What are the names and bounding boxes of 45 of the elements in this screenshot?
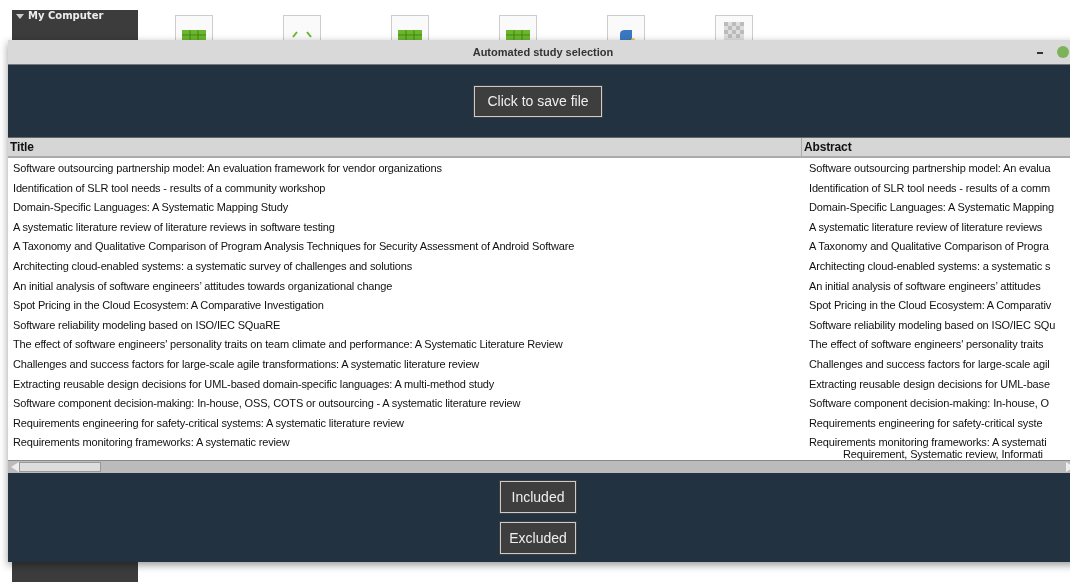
table-cell-text: Identification of SLR tool needs - results of a community workshop (12, 180, 327, 196)
file-icon[interactable] (391, 15, 429, 42)
table-cell-text: An initial analysis of software engineers’ attitudes towards organizational change (12, 278, 394, 294)
expander-icon[interactable] (16, 13, 24, 19)
table-cell-text: Challenges and success factors for large-scale agile transformations: A systematic literature review (12, 356, 481, 372)
table-cell-text: Software component decision-making: In-house, O (809, 397, 1050, 411)
scroll-thumb[interactable] (19, 462, 101, 472)
action-button[interactable]: Included (500, 481, 576, 513)
table-cell-text: Challenges and success factors for large-scale agil (809, 357, 1051, 371)
table-cell-text: Requirements engineering for safety-critical systems: A systematic literature review (12, 415, 405, 431)
file-icon[interactable] (175, 15, 213, 42)
column-header[interactable]: Title (8, 138, 802, 156)
file-icon[interactable] (607, 15, 645, 42)
table-cell-text: Software reliability modeling based on ISO/IEC SQuaRE (12, 317, 282, 333)
table-cell-text: A systematic literature review of literature reviews (809, 220, 1044, 234)
table-cell-text: A Taxonomy and Qualitative Comparison of Progra (809, 240, 1050, 254)
save-button[interactable]: Click to save file (474, 85, 602, 117)
sidebar-heading[interactable]: My Computer (28, 10, 104, 22)
table-cell-text: Identification of SLR tool needs - results of a comm (809, 181, 1052, 195)
table-cell-text: Software reliability modeling based on ISO/IEC SQu (809, 318, 1057, 332)
table-cell-text: Software component decision-making: In-house, OSS, COTS or outsourcing - A systematic literature review (12, 396, 522, 412)
table-cell: Requirement, Systematic review, Informati (843, 449, 1043, 460)
table-cell-text: Architecting cloud-enabled systems: a systematic s (809, 259, 1052, 273)
table-cell-text: The effect of software engineers' personality traits on team climate and performance: A Systematic Literature Review (12, 337, 564, 353)
action-button[interactable]: Excluded (500, 522, 576, 554)
table-cell-text: Requirements engineering for safety-critical syste (809, 416, 1044, 430)
table-cell-text: Requirements monitoring frameworks: A systemati (809, 436, 1048, 450)
table-cell-text: Domain-Specific Languages: A Systematic Mapping Study (12, 200, 290, 216)
close-icon[interactable] (1057, 46, 1069, 58)
table-cell-text: The effect of software engineers' personality traits (809, 338, 1045, 352)
table-cell-text: Extracting reusable design decisions for UML-based domain-specific languages: A multi-method study (12, 376, 496, 392)
table-cell-text: Domain-Specific Languages: A Systematic Mapping (809, 201, 1055, 215)
table-cell-text: Software outsourcing partnership model: An evalua (809, 162, 1052, 175)
table-cell-text: An initial analysis of software engineers’ attitudes (809, 279, 1042, 293)
table-cell-text: Spot Pricing in the Cloud Ecosystem: A Comparativ (809, 299, 1053, 313)
column-header[interactable]: Abstract (802, 138, 1070, 156)
table-cell-text: Extracting reusable design decisions for UML-base (809, 377, 1051, 391)
window-title: Automated study selection (472, 46, 614, 58)
table-cell-text: A Taxonomy and Qualitative Comparison of Program Analysis Techniques for Security Assessment of Android Software (12, 239, 576, 255)
table-cell-text: Spot Pricing in the Cloud Ecosystem: A Comparative Investigation (12, 298, 325, 314)
table-cell-text: Requirements monitoring frameworks: A systematic review (12, 435, 291, 451)
table-cell-text: Software outsourcing partnership model: An evaluation framework for vendor organizations (12, 161, 443, 176)
table-cell-text: A systematic literature review of literature reviews in software testing (12, 219, 336, 235)
file-icon[interactable] (499, 15, 537, 42)
table-cell-text: Architecting cloud-enabled systems: a systematic survey of challenges and solutions (12, 258, 414, 274)
